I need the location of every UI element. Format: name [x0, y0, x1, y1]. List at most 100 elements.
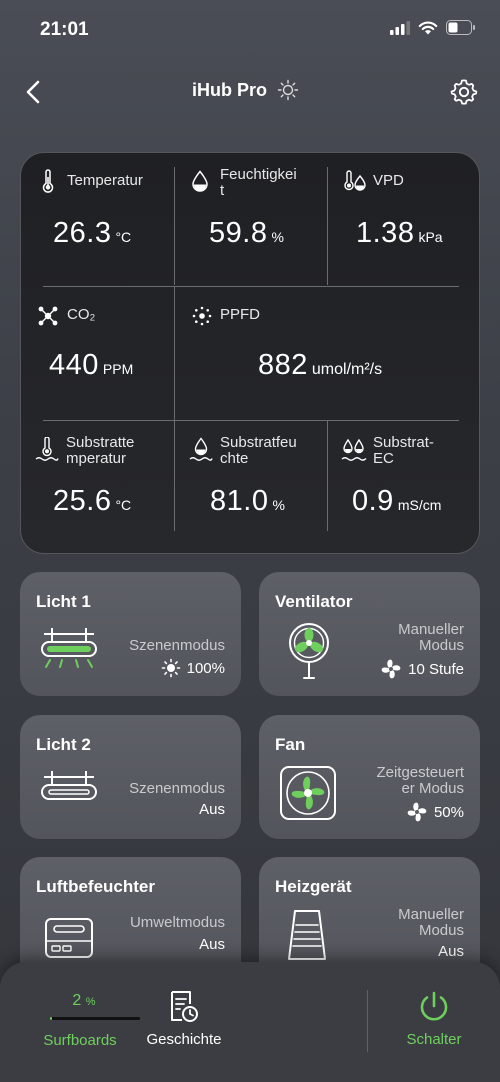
sensor-substrate-moisture[interactable]: Substratfeu chte 81.0% [175, 421, 327, 555]
surfboards-progress-bar [50, 1017, 140, 1020]
value-number: 1.38 [356, 217, 415, 249]
sensor-panel: Temperatur 26.3 °C Feuchtigkei t 59.8% VPD… [20, 152, 480, 554]
heater-icon [288, 910, 326, 960]
device-name: Heizgerät [275, 877, 352, 896]
ppfd-icon [192, 306, 212, 326]
bottom-tab-bar: 2 % Surfboards Geschichte Schalter [0, 962, 500, 1082]
device-mode: Szenenmodus [129, 637, 225, 654]
sensor-label: Feuchtigkei t [220, 167, 297, 199]
progress-unit: % [85, 996, 96, 1008]
signal-icon [390, 20, 410, 35]
sensor-value: 0.9 mS/cm [352, 485, 441, 518]
mode-line: er Modus [401, 780, 464, 797]
back-chevron-icon[interactable] [22, 78, 46, 106]
device-mode: Zeitgesteuert er Modus [376, 765, 464, 797]
humidifier-icon [45, 918, 93, 958]
co2-icon [38, 306, 58, 326]
value-unit: °C [115, 497, 132, 513]
device-mode: Szenenmodus [129, 780, 225, 797]
device-name: Licht 1 [36, 592, 91, 611]
device-card-light-1[interactable]: Licht 1 Szenenmodus 100% [20, 572, 241, 696]
device-card-light-2[interactable]: Licht 2 Szenenmodus Aus [20, 715, 241, 839]
mode-line: Zeitgesteuert [376, 764, 464, 781]
mode-line: Manueller [398, 621, 464, 638]
substrate-droplet-icon [189, 437, 213, 461]
value-unit: % [271, 229, 284, 245]
label-line: Substrat- [373, 434, 434, 451]
status-time: 21:01 [40, 19, 89, 40]
device-status-text: 50% [433, 803, 464, 821]
mode-line: Modus [418, 637, 464, 654]
sensor-value: 59.8% [209, 217, 284, 250]
fan-icon [381, 659, 401, 679]
tab-label: Schalter [406, 1031, 462, 1048]
device-status-text: 10 Stufe [408, 660, 464, 678]
device-status: 10 Stufe [380, 658, 464, 680]
device-status: Aus [199, 801, 225, 818]
sensor-value: 1.38 kPa [356, 217, 443, 250]
device-status: Aus [438, 943, 464, 960]
status-icons [390, 20, 476, 35]
device-status: 100% [161, 658, 225, 678]
tab-switch[interactable]: Schalter [390, 990, 478, 1048]
page-title: iHub Pro [192, 79, 267, 100]
sensor-label: VPD [373, 172, 404, 189]
sensor-label: PPFD [220, 306, 261, 323]
device-name: Fan [275, 735, 306, 754]
substrate-thermometer-icon [35, 437, 59, 461]
value-unit: umol/m²/s [311, 361, 383, 378]
sensor-temperature[interactable]: Temperatur 26.3 °C [21, 153, 174, 286]
mode-line: Manueller [398, 906, 464, 923]
sensor-substrate-ec[interactable]: Substrat- EC 0.9 mS/cm [328, 421, 481, 555]
label-line: Feuchtigkei [220, 166, 297, 183]
device-card-ventilator[interactable]: Ventilator Manueller Modus 10 Stufe [259, 572, 480, 696]
device-mode: Manueller Modus [398, 622, 464, 654]
document-clock-icon [171, 991, 198, 1022]
device-name: Ventilator [275, 592, 353, 611]
gear-icon[interactable] [450, 78, 478, 106]
device-status-text: Aus [199, 801, 225, 818]
device-name: Luftbefeuchter [36, 877, 155, 896]
value-unit: °C [115, 229, 132, 245]
sun-icon [277, 79, 299, 101]
sensor-substrate-temperature[interactable]: Substratte mperatur 25.6 °C [21, 421, 174, 555]
standing-fan-icon [289, 623, 329, 679]
sensor-value: 26.3 °C [53, 217, 131, 250]
sun-dim-icon [161, 658, 180, 678]
substrate-ec-icon [341, 438, 367, 461]
sensor-vpd[interactable]: VPD 1.38 kPa [328, 153, 481, 286]
surfboards-progress-label: 2 % [38, 992, 130, 1010]
value-unit: mS/cm [397, 497, 442, 513]
thermometer-icon [42, 169, 54, 193]
sensor-ppfd[interactable]: PPFD 882 umol/m²/s [175, 287, 481, 420]
sensor-humidity[interactable]: Feuchtigkei t 59.8% [175, 153, 327, 286]
sensor-label: Substratte mperatur [66, 435, 134, 467]
value-unit: % [272, 497, 285, 513]
status-bar: 21:01 [0, 0, 500, 60]
sensor-value: 81.0% [210, 485, 285, 518]
sensor-co2[interactable]: CO₂ 440 PPM [21, 287, 174, 420]
label-line: t [220, 182, 225, 199]
device-card-fan[interactable]: Fan Zeitgesteuert er Modus 50% [259, 715, 480, 839]
sensor-label: Substrat- EC [373, 435, 434, 467]
tab-history[interactable]: Geschichte [138, 990, 230, 1048]
value-number: 26.3 [53, 217, 112, 249]
label-line: chte [220, 450, 249, 467]
sensor-label: Substratfeu chte [220, 435, 297, 467]
value-number: 440 [49, 349, 99, 381]
sensor-value: 882 umol/m²/s [258, 349, 382, 382]
tab-surfboards-label[interactable]: Surfboards [34, 1032, 126, 1049]
device-status-text: Aus [438, 943, 464, 960]
label-line: mperatur [66, 450, 127, 467]
fan-icon [407, 802, 427, 822]
device-mode: Umweltmodus [129, 914, 225, 931]
value-number: 25.6 [53, 485, 112, 517]
tab-surfboards[interactable]: 2 % [30, 992, 130, 1010]
device-status-text: 100% [186, 659, 225, 677]
inline-fan-icon [280, 766, 336, 820]
grow-light-on-icon [41, 628, 97, 668]
tab-label: Surfboards [43, 1032, 117, 1049]
value-number: 882 [258, 349, 308, 381]
device-status: 50% [406, 801, 464, 823]
mode-line: Modus [418, 922, 464, 939]
